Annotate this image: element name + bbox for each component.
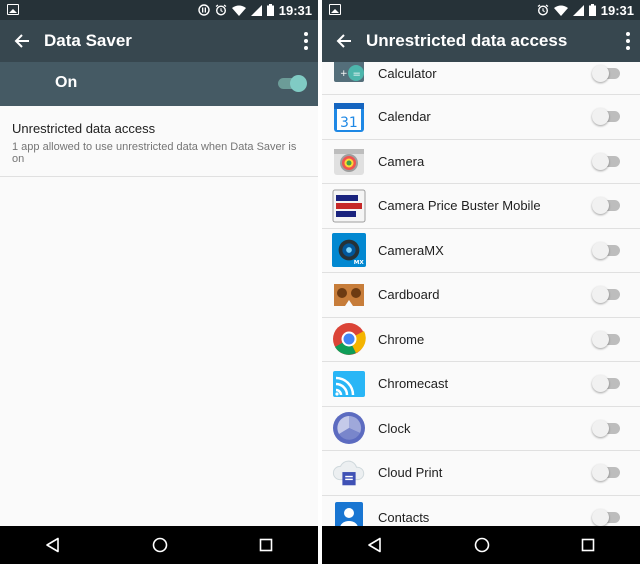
app-name: Camera bbox=[378, 153, 425, 169]
list-item[interactable]: MX CameraMX bbox=[322, 229, 640, 273]
app-bar: Unrestricted data access bbox=[322, 20, 640, 62]
image-notification-icon bbox=[329, 4, 341, 15]
arrow-back-icon bbox=[336, 34, 351, 48]
preference-summary: 1 app allowed to use unrestricted data w… bbox=[12, 141, 297, 165]
more-vert-icon bbox=[626, 32, 630, 36]
back-button[interactable] bbox=[322, 33, 366, 49]
app-name: Calendar bbox=[378, 109, 431, 125]
svg-text:−: − bbox=[340, 62, 348, 65]
list-item[interactable]: Cardboard bbox=[322, 273, 640, 318]
data-saver-toggle[interactable] bbox=[278, 75, 307, 92]
calculator-icon: − × + = bbox=[332, 62, 366, 84]
wifi-icon bbox=[553, 5, 568, 16]
cloud-print-icon bbox=[332, 456, 366, 490]
recents-nav-icon[interactable] bbox=[259, 538, 273, 552]
camera-price-buster-icon bbox=[332, 189, 366, 223]
list-item[interactable]: 31 Calendar bbox=[322, 95, 640, 140]
clock-time: 19:31 bbox=[600, 2, 634, 18]
list-item[interactable]: − × + = Calculator bbox=[322, 62, 640, 95]
app-name: Chromecast bbox=[378, 376, 449, 392]
app-toggle[interactable] bbox=[592, 330, 620, 348]
back-button[interactable] bbox=[0, 33, 44, 49]
home-nav-icon[interactable] bbox=[474, 537, 490, 553]
app-toggle[interactable] bbox=[592, 108, 620, 126]
image-notification-icon bbox=[7, 4, 19, 15]
alarm-icon bbox=[537, 4, 549, 16]
camera-icon bbox=[332, 144, 366, 178]
page-title: Unrestricted data access bbox=[366, 31, 568, 50]
svg-text:+: + bbox=[340, 69, 348, 79]
app-toggle[interactable] bbox=[592, 65, 620, 82]
arrow-back-icon bbox=[14, 34, 29, 48]
app-name: Clock bbox=[378, 420, 411, 436]
cardboard-icon bbox=[332, 278, 366, 312]
signal-icon bbox=[572, 4, 584, 16]
list-item[interactable]: Chromecast bbox=[322, 362, 640, 407]
navigation-bar bbox=[322, 526, 640, 564]
wifi-icon bbox=[231, 5, 246, 16]
navigation-bar bbox=[0, 526, 318, 564]
page-title: Data Saver bbox=[44, 31, 132, 50]
clock-icon bbox=[332, 411, 366, 445]
app-toggle[interactable] bbox=[592, 375, 620, 393]
recents-nav-icon[interactable] bbox=[581, 538, 595, 552]
contacts-icon bbox=[332, 500, 366, 526]
list-item[interactable]: Cloud Print bbox=[322, 451, 640, 496]
svg-text:31: 31 bbox=[340, 115, 358, 131]
svg-text:×: × bbox=[352, 62, 360, 65]
back-nav-icon[interactable] bbox=[45, 537, 61, 553]
preference-title: Unrestricted data access bbox=[12, 121, 156, 136]
list-item[interactable]: Contacts bbox=[322, 496, 640, 526]
app-toggle[interactable] bbox=[592, 197, 620, 215]
status-bar: 19:31 bbox=[0, 0, 318, 20]
alarm-icon bbox=[215, 4, 227, 16]
app-name: CameraMX bbox=[378, 242, 444, 258]
app-toggle[interactable] bbox=[592, 152, 620, 170]
back-nav-icon[interactable] bbox=[367, 537, 383, 553]
app-name: Camera Price Buster Mobile bbox=[378, 198, 541, 214]
unrestricted-data-access-screen: 19:31 Unrestricted data access − × + = Calc… bbox=[322, 0, 640, 564]
app-name: Calculator bbox=[378, 66, 437, 81]
more-options-button[interactable] bbox=[294, 32, 318, 50]
chromecast-icon bbox=[332, 367, 366, 401]
list-item[interactable]: Camera bbox=[322, 140, 640, 184]
signal-icon bbox=[250, 4, 262, 16]
svg-text:=: = bbox=[353, 69, 361, 80]
app-name: Chrome bbox=[378, 331, 425, 347]
list-item[interactable]: Chrome bbox=[322, 318, 640, 362]
chrome-icon bbox=[332, 322, 366, 356]
calendar-icon: 31 bbox=[332, 100, 366, 134]
app-name: Contacts bbox=[378, 509, 430, 525]
data-saver-master-switch-bar[interactable]: On bbox=[0, 62, 318, 106]
list-item[interactable]: Clock bbox=[322, 407, 640, 451]
app-list[interactable]: − × + = Calculator 31 Calendar Camera bbox=[322, 62, 640, 526]
app-toggle[interactable] bbox=[592, 464, 620, 482]
unrestricted-data-access-preference[interactable]: Unrestricted data access 1 app allowed t… bbox=[0, 106, 318, 177]
app-toggle[interactable] bbox=[592, 286, 620, 304]
clock-time: 19:31 bbox=[278, 2, 312, 18]
list-item[interactable]: Camera Price Buster Mobile bbox=[322, 184, 640, 229]
app-toggle[interactable] bbox=[592, 241, 620, 259]
app-toggle[interactable] bbox=[592, 419, 620, 437]
svg-text:MX: MX bbox=[354, 260, 365, 266]
more-vert-icon bbox=[304, 32, 308, 36]
cameramx-icon: MX bbox=[332, 233, 366, 268]
app-name: Cloud Print bbox=[378, 465, 443, 481]
master-switch-label: On bbox=[55, 74, 78, 91]
pause-icon bbox=[198, 4, 210, 16]
app-toggle[interactable] bbox=[592, 508, 620, 526]
status-bar: 19:31 bbox=[322, 0, 640, 20]
battery-icon bbox=[266, 4, 274, 16]
home-nav-icon[interactable] bbox=[152, 537, 168, 553]
data-saver-screen: 19:31 Data Saver On Unrestricted data ac… bbox=[0, 0, 318, 564]
battery-icon bbox=[588, 4, 596, 16]
app-name: Cardboard bbox=[378, 287, 440, 303]
app-bar: Data Saver bbox=[0, 20, 318, 62]
more-options-button[interactable] bbox=[616, 32, 640, 50]
